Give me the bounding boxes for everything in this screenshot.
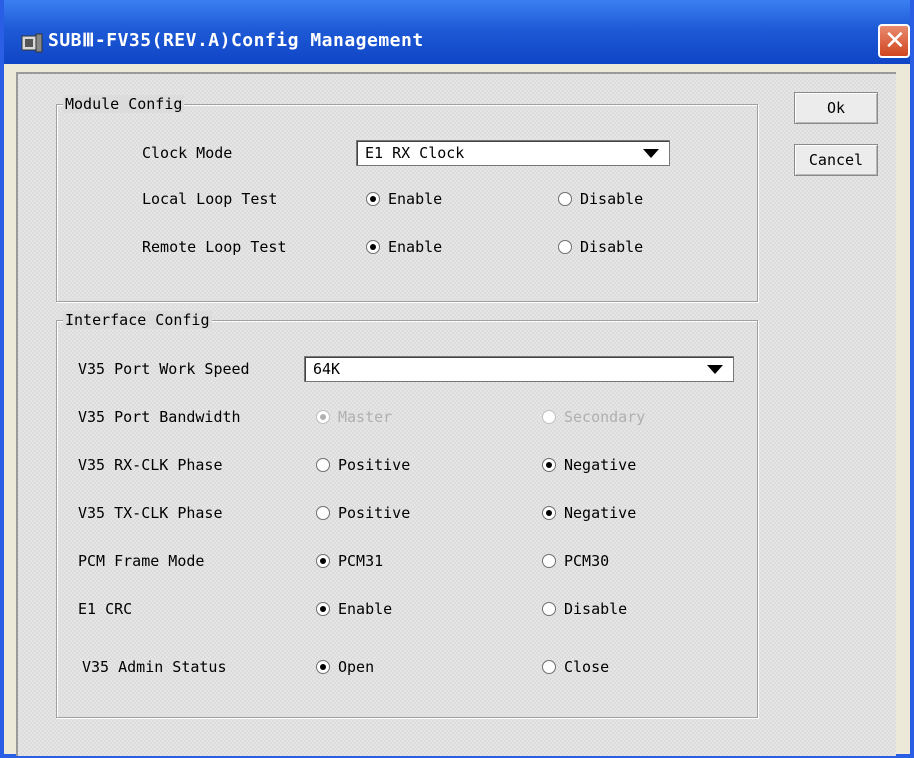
radio-selected-icon[interactable] xyxy=(316,660,330,674)
admin-close-radio[interactable]: Close xyxy=(542,658,609,676)
dialog-body: Module Config Clock Mode E1 RX Clock Loc… xyxy=(8,64,910,756)
bandwidth-master-radio: Master xyxy=(316,408,392,426)
crc-enable-radio[interactable]: Enable xyxy=(316,600,392,618)
radio-unselected-icon[interactable] xyxy=(542,602,556,616)
config-dialog: SUBⅢ-FV35(REV.A)Config Management ✕ Modu… xyxy=(0,0,914,758)
radio-unselected-icon[interactable] xyxy=(542,554,556,568)
radio-selected-icon xyxy=(316,410,330,424)
admin-label: V35 Admin Status xyxy=(82,658,227,676)
local-loop-disable-radio[interactable]: Disable xyxy=(558,190,643,208)
title-bar[interactable]: SUBⅢ-FV35(REV.A)Config Management ✕ xyxy=(4,0,910,64)
tx-clk-positive-radio[interactable]: Positive xyxy=(316,504,410,522)
radio-selected-icon[interactable] xyxy=(542,506,556,520)
radio-selected-icon[interactable] xyxy=(542,458,556,472)
speed-select[interactable]: 64K xyxy=(304,356,734,382)
close-icon: ✕ xyxy=(884,26,906,56)
bandwidth-label: V35 Port Bandwidth xyxy=(78,408,241,426)
pcm30-radio[interactable]: PCM30 xyxy=(542,552,609,570)
local-loop-enable-radio[interactable]: Enable xyxy=(366,190,442,208)
content-area: Module Config Clock Mode E1 RX Clock Loc… xyxy=(16,72,896,756)
radio-selected-icon[interactable] xyxy=(366,240,380,254)
crc-label: E1 CRC xyxy=(78,600,133,618)
clock-mode-value: E1 RX Clock xyxy=(365,144,465,162)
radio-unselected-icon[interactable] xyxy=(316,506,330,520)
window-title: SUBⅢ-FV35(REV.A)Config Management xyxy=(48,30,424,51)
ok-button[interactable]: Ok xyxy=(794,92,878,124)
module-config-label: Module Config xyxy=(63,95,185,113)
radio-selected-icon[interactable] xyxy=(366,192,380,206)
radio-selected-icon[interactable] xyxy=(316,554,330,568)
radio-unselected-icon[interactable] xyxy=(542,660,556,674)
local-loop-label: Local Loop Test xyxy=(142,190,278,208)
radio-unselected-icon xyxy=(542,410,556,424)
app-icon xyxy=(21,33,43,53)
radio-unselected-icon[interactable] xyxy=(558,240,572,254)
radio-selected-icon[interactable] xyxy=(316,602,330,616)
clock-mode-select[interactable]: E1 RX Clock xyxy=(356,140,670,166)
speed-label: V35 Port Work Speed xyxy=(78,360,250,378)
rx-clk-positive-radio[interactable]: Positive xyxy=(316,456,410,474)
remote-loop-enable-radio[interactable]: Enable xyxy=(366,238,442,256)
crc-disable-radio[interactable]: Disable xyxy=(542,600,627,618)
close-button[interactable]: ✕ xyxy=(878,24,910,58)
chevron-down-icon[interactable] xyxy=(643,149,659,158)
radio-unselected-icon[interactable] xyxy=(316,458,330,472)
radio-unselected-icon[interactable] xyxy=(558,192,572,206)
pcm31-radio[interactable]: PCM31 xyxy=(316,552,383,570)
interface-config-label: Interface Config xyxy=(63,311,212,329)
rx-clk-label: V35 RX-CLK Phase xyxy=(78,456,223,474)
chevron-down-icon[interactable] xyxy=(707,365,723,374)
admin-open-radio[interactable]: Open xyxy=(316,658,374,676)
remote-loop-label: Remote Loop Test xyxy=(142,238,287,256)
remote-loop-disable-radio[interactable]: Disable xyxy=(558,238,643,256)
tx-clk-label: V35 TX-CLK Phase xyxy=(78,504,223,522)
rx-clk-negative-radio[interactable]: Negative xyxy=(542,456,636,474)
tx-clk-negative-radio[interactable]: Negative xyxy=(542,504,636,522)
speed-value: 64K xyxy=(313,360,341,378)
clock-mode-label: Clock Mode xyxy=(142,144,233,162)
pcm-label: PCM Frame Mode xyxy=(78,552,205,570)
cancel-button[interactable]: Cancel xyxy=(794,144,878,176)
bandwidth-secondary-radio: Secondary xyxy=(542,408,645,426)
